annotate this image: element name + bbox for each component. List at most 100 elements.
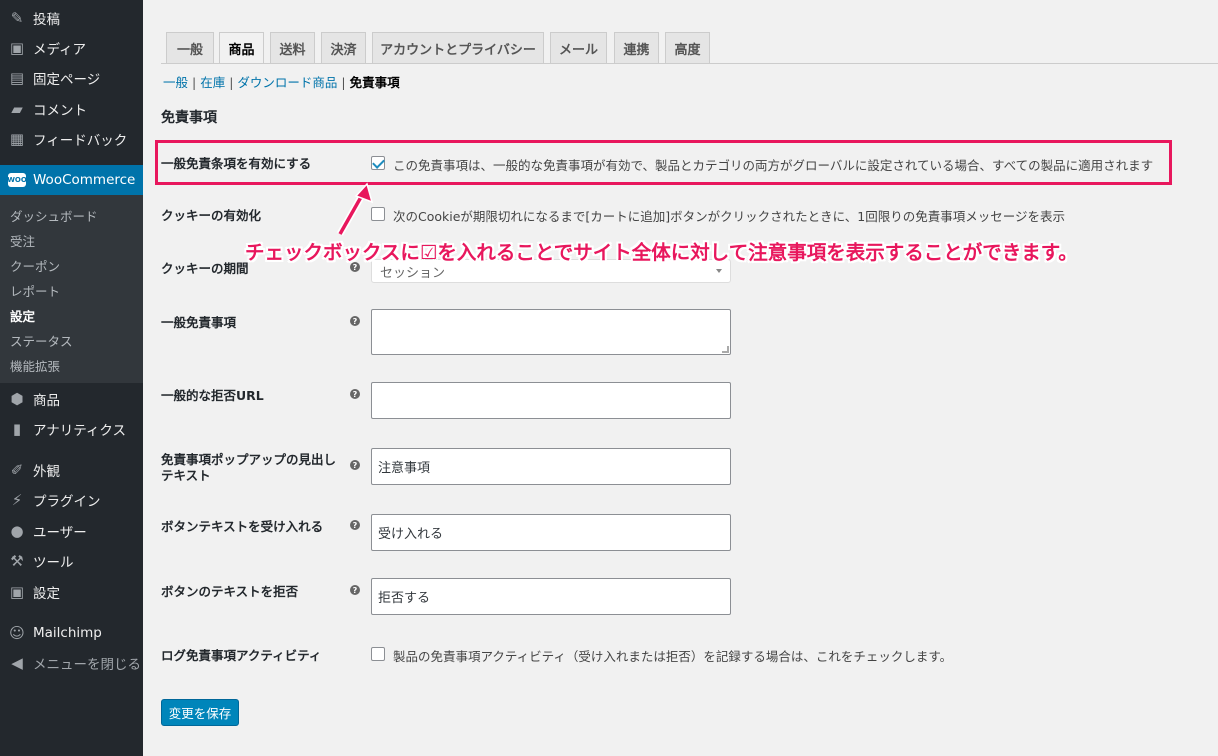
- popup-heading-label-line1: 免責事項ポップアップの見出し: [161, 452, 337, 467]
- submenu-status[interactable]: ステータス: [10, 331, 73, 350]
- user-icon: ●: [10, 522, 24, 540]
- sidebar-item-posts[interactable]: ✎ 投稿: [0, 3, 143, 33]
- tab-products[interactable]: 商品: [219, 32, 264, 64]
- log-activity-checkbox[interactable]: [371, 647, 385, 661]
- tab-integration[interactable]: 連携: [614, 32, 659, 63]
- submenu-coupons[interactable]: クーポン: [10, 256, 60, 275]
- comment-icon: ▰: [11, 100, 23, 118]
- sidebar-item-appearance[interactable]: ✐ 外観: [0, 455, 143, 485]
- enable-disclaimer-checkbox[interactable]: [371, 156, 385, 170]
- tab-accounts-privacy[interactable]: アカウントとプライバシー: [372, 32, 544, 63]
- sidebar-item-label: 固定ページ: [33, 72, 101, 88]
- sidebar-item-plugins[interactable]: ⚡ プラグイン: [0, 485, 143, 515]
- enable-disclaimer-description: この免責事項は、一般的な免責事項が有効で、製品とカテゴリの両方がグローバルに設定…: [393, 158, 1154, 173]
- popup-heading-input[interactable]: 注意事項: [371, 448, 731, 485]
- tab-divider: [161, 63, 1218, 64]
- woo-icon: WOO: [7, 170, 27, 190]
- sidebar-item-label: メニューを閉じる: [33, 657, 141, 673]
- subnav-separator: |: [229, 75, 234, 90]
- sidebar-item-analytics[interactable]: ▮ アナリティクス: [0, 414, 143, 444]
- sidebar-item-media[interactable]: ▣ メディア: [0, 33, 143, 63]
- sidebar-item-label: フィードバック: [33, 133, 128, 149]
- sidebar-item-label: 商品: [33, 393, 60, 409]
- pin-icon: ✎: [10, 9, 24, 27]
- sidebar-item-tools[interactable]: ⚒ ツール: [0, 546, 143, 576]
- accept-text-value: 受け入れる: [378, 527, 444, 542]
- log-activity-description: 製品の免責事項アクティビティ（受け入れまたは拒否）を記録する場合は、これをチェッ…: [393, 649, 953, 664]
- chevron-down-icon: [716, 269, 722, 273]
- sidebar-item-label: 投稿: [33, 12, 60, 28]
- section-subnav: 一般 | 在庫 | ダウンロード商品 | 免責事項: [163, 72, 400, 91]
- help-icon[interactable]: ?: [350, 389, 360, 399]
- tab-email[interactable]: メール: [550, 32, 607, 63]
- sidebar-item-label: 設定: [33, 586, 60, 602]
- sidebar-item-label: 外観: [33, 464, 60, 480]
- submenu-orders[interactable]: 受注: [10, 231, 35, 250]
- subnav-current: 免責事項: [349, 75, 400, 90]
- subnav-downloadable[interactable]: ダウンロード商品: [237, 75, 337, 90]
- resize-grip-icon[interactable]: [722, 346, 729, 353]
- sidebar-item-feedback[interactable]: ▦ フィードバック: [0, 124, 143, 154]
- sidebar-item-label: プラグイン: [33, 494, 101, 510]
- mailchimp-icon: ☺: [9, 624, 25, 642]
- reject-text-label: ボタンのテキストを拒否: [161, 584, 299, 599]
- help-icon[interactable]: ?: [350, 520, 360, 530]
- submenu-dashboard[interactable]: ダッシュボード: [10, 206, 98, 225]
- sidebar-item-settings[interactable]: ▣ 設定: [0, 577, 143, 607]
- tab-shipping[interactable]: 送料: [270, 32, 315, 63]
- sidebar-item-woocommerce[interactable]: WOO WooCommerce: [0, 165, 143, 195]
- admin-sidebar: ✎ 投稿 ▣ メディア ▤ 固定ページ ▰ コメント ▦ フィードバック WOO…: [0, 0, 143, 756]
- reject-text-input[interactable]: 拒否する: [371, 578, 731, 615]
- page-icon: ▤: [9, 69, 25, 87]
- tab-general[interactable]: 一般: [166, 32, 214, 63]
- media-icon: ▣: [9, 39, 25, 57]
- sidebar-item-pages[interactable]: ▤ 固定ページ: [0, 63, 143, 93]
- enable-disclaimer-label: 一般免責条項を有効にする: [161, 156, 312, 171]
- sidebar-item-label: コメント: [33, 103, 87, 119]
- popup-heading-label: 免責事項ポップアップの見出し テキスト: [161, 452, 336, 484]
- tools-icon: ⚒: [10, 552, 24, 570]
- woo-logo: WOO: [7, 173, 27, 187]
- tab-payments[interactable]: 決済: [321, 32, 366, 63]
- product-icon: ⬢: [10, 390, 24, 408]
- cookie-period-label: クッキーの期間: [161, 261, 249, 276]
- tab-advanced[interactable]: 高度: [665, 32, 710, 63]
- log-activity-label: ログ免責事項アクティビティ: [161, 648, 322, 663]
- subnav-inventory[interactable]: 在庫: [200, 75, 225, 90]
- sidebar-item-label: ツール: [33, 555, 74, 571]
- sidebar-item-label: WooCommerce: [33, 172, 136, 188]
- subnav-separator: |: [341, 75, 346, 90]
- sidebar-item-users[interactable]: ● ユーザー: [0, 516, 143, 546]
- general-disclaimer-textarea[interactable]: [371, 309, 731, 355]
- sidebar-collapse-menu[interactable]: ◀ メニューを閉じる: [0, 648, 143, 678]
- plugin-icon: ⚡: [11, 491, 23, 509]
- sidebar-item-label: Mailchimp: [33, 625, 102, 641]
- subnav-general[interactable]: 一般: [163, 75, 188, 90]
- save-changes-button[interactable]: 変更を保存: [161, 699, 239, 726]
- submenu-extensions[interactable]: 機能拡張: [10, 356, 60, 375]
- help-icon[interactable]: ?: [350, 585, 360, 595]
- accept-text-label: ボタンテキストを受け入れる: [161, 519, 324, 534]
- feedback-icon: ▦: [9, 130, 25, 148]
- general-disclaimer-label: 一般免責事項: [161, 315, 237, 330]
- sidebar-item-comments[interactable]: ▰ コメント: [0, 94, 143, 124]
- sidebar-item-products[interactable]: ⬢ 商品: [0, 384, 143, 414]
- collapse-icon: ◀: [11, 654, 23, 672]
- sidebar-item-label: ユーザー: [33, 525, 87, 541]
- sidebar-item-mailchimp[interactable]: ☺ Mailchimp: [0, 618, 143, 648]
- submenu-reports[interactable]: レポート: [10, 281, 60, 300]
- popup-heading-value: 注意事項: [378, 461, 431, 476]
- submenu-settings[interactable]: 設定: [10, 306, 35, 325]
- help-icon[interactable]: ?: [350, 316, 360, 326]
- accept-text-input[interactable]: 受け入れる: [371, 514, 731, 551]
- sidebar-item-label: メディア: [33, 42, 87, 58]
- reject-text-value: 拒否する: [378, 591, 431, 606]
- annotation-text: チェックボックスに☑を入れることでサイト全体に対して注意事項を表示することができ…: [245, 241, 1078, 264]
- section-title: 免責事項: [161, 110, 217, 126]
- popup-heading-label-line2: テキスト: [161, 468, 211, 483]
- reject-url-label: 一般的な拒否URL: [161, 388, 264, 403]
- reject-url-input[interactable]: [371, 382, 731, 419]
- cookie-enable-description: 次のCookieが期限切れになるまで[カートに追加]ボタンがクリックされたときに…: [393, 209, 1066, 224]
- settings-icon: ▣: [9, 583, 25, 601]
- help-icon[interactable]: ?: [350, 460, 360, 470]
